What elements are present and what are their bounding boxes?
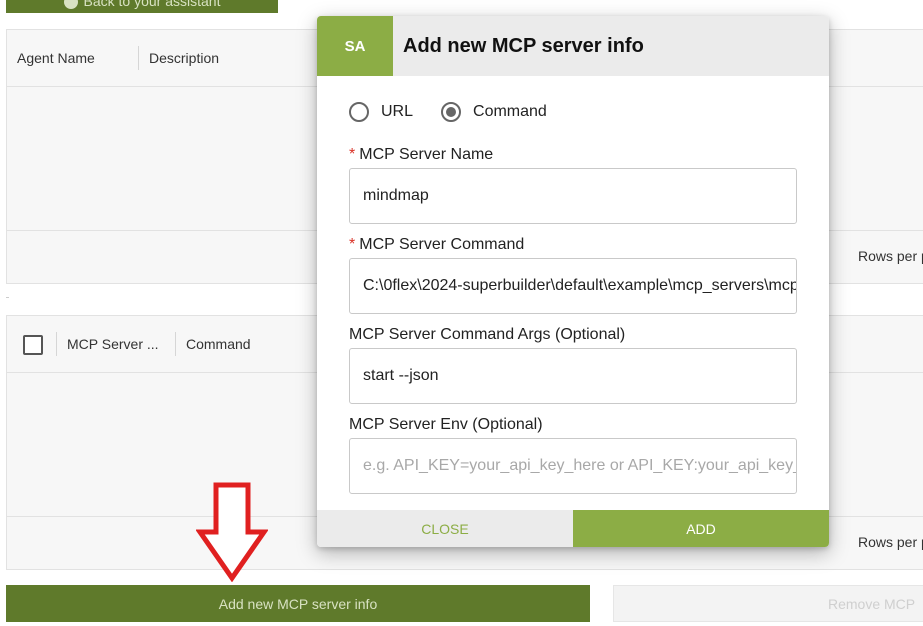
add-mcp-server-dialog: SA Add new MCP server info URL Command *… [317,16,829,547]
column-separator [138,46,139,70]
dialog-footer: CLOSE ADD [317,510,829,547]
add-button[interactable]: ADD [573,510,829,547]
radio-command-label[interactable]: Command [473,103,547,121]
command-args-label: MCP Server Command Args (Optional) [349,326,626,343]
divider [6,297,9,298]
server-env-label: MCP Server Env (Optional) [349,416,543,433]
close-button[interactable]: CLOSE [317,510,573,547]
column-separator [56,332,57,356]
rows-per-page-label: Rows per p [858,248,923,264]
select-all-checkbox[interactable] [23,335,43,355]
radio-unchecked-icon[interactable] [349,102,369,122]
server-name-input[interactable]: mindmap [349,168,797,224]
dialog-title: Add new MCP server info [403,35,644,57]
required-marker: * [349,236,356,253]
back-to-assistant-button[interactable]: Back to your assistant [6,0,278,13]
server-command-label: * MCP Server Command [349,236,525,253]
app-badge: SA [317,16,393,76]
server-command-input[interactable]: C:\0flex\2024-superbuilder\default\examp… [349,258,797,314]
add-mcp-server-button[interactable]: Add new MCP server info [6,585,590,622]
down-arrow-icon [196,482,268,582]
back-to-assistant-label: Back to your assistant [83,0,221,9]
back-icon [63,0,78,9]
column-description[interactable]: Description [149,30,219,86]
server-env-input[interactable]: e.g. API_KEY=your_api_key_here or API_KE… [349,438,797,494]
column-agent-name[interactable]: Agent Name [17,30,95,86]
column-separator [175,332,176,356]
column-command[interactable]: Command [186,316,251,372]
server-name-label: * MCP Server Name [349,146,494,163]
radio-url-label[interactable]: URL [381,103,413,121]
radio-checked-icon[interactable] [441,102,462,122]
remove-mcp-button[interactable]: Remove MCP [613,585,923,622]
mode-radio-group: URL Command [349,102,547,122]
required-marker: * [349,146,356,163]
dialog-header: SA Add new MCP server info [317,16,829,76]
rows-per-page-label: Rows per p [858,534,923,550]
command-args-input[interactable]: start --json [349,348,797,404]
column-mcp-server-name[interactable]: MCP Server ... [67,316,159,372]
